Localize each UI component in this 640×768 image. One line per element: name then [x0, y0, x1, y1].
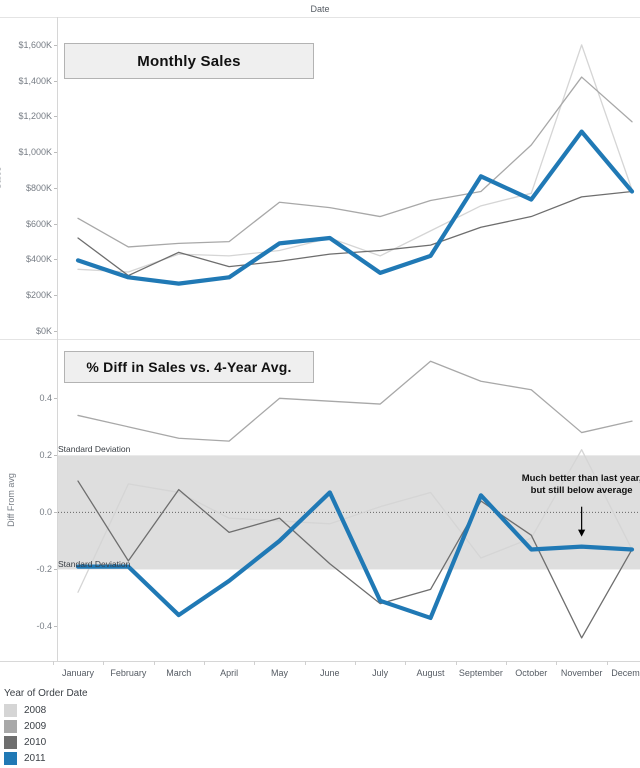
x-axis: January February March April May June July Augu… [0, 661, 640, 685]
x-axis-tick-mark [355, 661, 356, 665]
sales-y-tick: $0K [35, 326, 58, 336]
legend-rows: 2008 2009 2010 2011 [0, 702, 640, 766]
x-axis-tick-february: February [110, 668, 147, 678]
band-label-lower: Standard Deviation [58, 559, 131, 570]
sales-y-tick: $800K [25, 182, 58, 193]
x-axis-tick-mark [405, 661, 407, 665]
annotation-line-2: but still below average [530, 484, 633, 496]
sales-y-tick: $1,400K [18, 75, 57, 86]
band-label-upper: Standard Deviation [58, 444, 131, 455]
x-axis-tick-march: March [166, 668, 192, 678]
sales-y-tick: $1,600K [18, 39, 57, 50]
legend-label-2009: 2009 [24, 720, 47, 732]
dashboard: Date Sales $1,600K $1,400K $1,200K $1,000K $… [0, 0, 640, 768]
legend-label-2011: 2011 [24, 752, 46, 764]
legend-swatch-2010 [4, 735, 17, 749]
column-header-label: Date [310, 3, 330, 14]
x-axis-tick-mark [52, 661, 54, 665]
x-axis-tick-august: August [416, 668, 445, 678]
annotation-much-better: Much better than last year, but still be… [504, 473, 640, 497]
x-axis-tick-mark [103, 661, 105, 665]
x-axis-tick-november: November [560, 668, 603, 678]
legend-title: Year of Order Date [4, 688, 88, 699]
x-axis-tick-september: September [458, 668, 503, 678]
x-axis-tick-april: April [220, 668, 239, 678]
x-axis-tick-july: July [372, 668, 389, 678]
diff-y-tick: 0.2 [39, 450, 57, 461]
sales-y-tick: $1,000K [18, 147, 57, 158]
annotation-line-1: Much better than last year, [521, 472, 640, 484]
diff-y-tick: 0.4 [39, 393, 57, 404]
legend-item-2010[interactable]: 2010 [0, 734, 640, 750]
sales-y-axis: $1,600K $1,400K $1,200K $1,000K $800K $600K $4… [0, 17, 58, 339]
legend-swatch-2009 [4, 719, 17, 733]
x-axis-tick-mark [606, 661, 608, 665]
x-axis-tick-june: June [320, 668, 340, 678]
x-axis-tick-mark [254, 661, 256, 665]
sales-series-2009 [77, 76, 633, 248]
legend: Year of Order Date 2008 2009 2010 2011 [0, 688, 640, 766]
legend-label-2008: 2008 [24, 704, 47, 716]
legend-label-2010: 2010 [24, 736, 47, 748]
diff-y-tick: -0.4 [36, 621, 57, 632]
diff-y-axis: 0.4 0.2 0.0 -0.2 -0.4 [0, 339, 57, 661]
x-axis-tick-mark [203, 661, 205, 665]
legend-item-2011[interactable]: 2011 [0, 750, 640, 766]
x-axis-tick-mark [153, 661, 155, 665]
legend-swatch-2011 [4, 751, 17, 765]
x-axis-tick-mark [556, 661, 558, 665]
pane-monthly-sales: Sales $1,600K $1,400K $1,200K $1,000K $800K $… [0, 17, 640, 340]
diff-plot-area [58, 339, 640, 661]
x-axis-tick-december: December [611, 668, 640, 678]
x-axis-line [57, 661, 640, 662]
column-header: Date [0, 0, 640, 18]
x-axis-tick-mark [455, 661, 457, 665]
x-axis-tick-october: October [515, 668, 548, 678]
pane-diff-from-avg: Diff From avg 0.4 0.2 0.0 -0.2 -0.4 % Diff i… [0, 339, 640, 662]
legend-swatch-2008 [4, 703, 17, 717]
x-axis-tick-january: January [61, 668, 95, 678]
legend-item-2009[interactable]: 2009 [0, 718, 640, 734]
x-axis-tick-may: May [270, 668, 288, 678]
sales-title-text: Monthly Sales [137, 52, 241, 70]
x-axis-tick-mark [304, 661, 306, 665]
sales-series-2010 [77, 190, 633, 277]
diff-title-box: % Diff in Sales vs. 4-Year Avg. [64, 351, 314, 383]
diff-title-text: % Diff in Sales vs. 4-Year Avg. [86, 359, 292, 375]
sales-y-tick: $400K [25, 254, 58, 265]
legend-item-2008[interactable]: 2008 [0, 702, 640, 718]
sales-y-tick: $600K [25, 218, 58, 229]
sales-title-box: Monthly Sales [64, 43, 314, 79]
diff-y-tick: 0.0 [39, 507, 57, 518]
diff-y-tick: -0.2 [36, 564, 57, 575]
sales-y-tick: $200K [25, 290, 58, 301]
sales-y-tick: $1,200K [18, 111, 57, 122]
x-axis-tick-mark [506, 661, 508, 665]
